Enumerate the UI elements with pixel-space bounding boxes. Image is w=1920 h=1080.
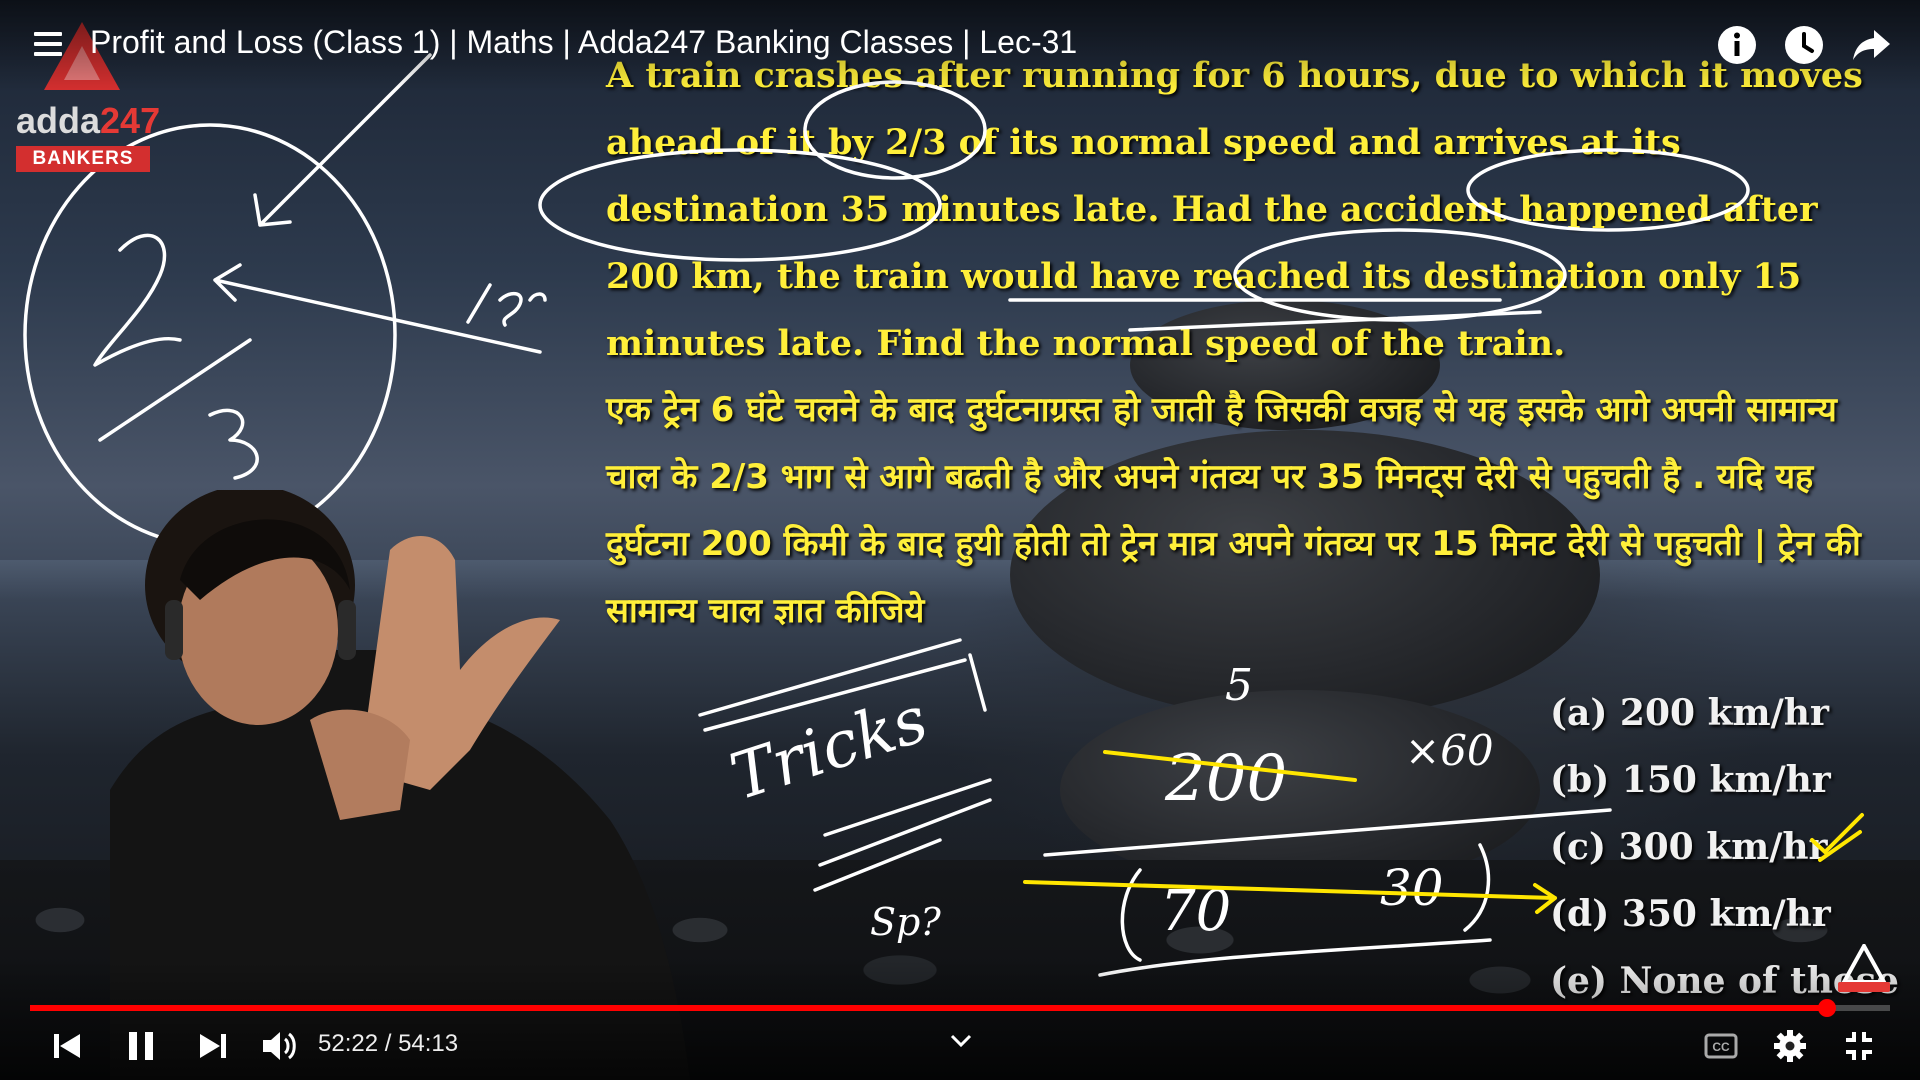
ink-15m — [466, 283, 547, 327]
ink-arrow-left — [213, 263, 542, 354]
gear-icon[interactable] — [1772, 1028, 1808, 1064]
option-b: (b) 150 km/hr — [1550, 759, 1831, 801]
next-icon[interactable] — [196, 1028, 230, 1064]
logo-wordmark: adda247 — [16, 100, 160, 142]
option-d: (d) 350 km/hr — [1550, 893, 1831, 935]
option-a: (a) 200 km/hr — [1550, 692, 1829, 734]
ink-fraction-bar — [98, 338, 252, 442]
clock-icon[interactable] — [1783, 24, 1825, 66]
cc-icon[interactable]: CC — [1704, 1028, 1738, 1064]
chevron-down-icon[interactable] — [948, 1030, 974, 1050]
pause-icon[interactable] — [124, 1028, 158, 1064]
share-icon[interactable] — [1850, 24, 1892, 66]
ink-circle — [23, 123, 397, 547]
volume-icon[interactable] — [260, 1028, 300, 1064]
option-c: (c) 300 km/hr — [1550, 826, 1828, 868]
subscribe-icon[interactable] — [1836, 944, 1892, 994]
logo-number: 247 — [100, 100, 161, 141]
svg-text:CC: CC — [1712, 1040, 1730, 1054]
previous-icon[interactable] — [50, 1028, 84, 1064]
progress-bar[interactable] — [30, 999, 1890, 1017]
progress-played — [30, 1005, 1827, 1011]
progress-scrubber[interactable] — [1817, 999, 1836, 1017]
ink-tricks-text: Tricks — [722, 683, 936, 816]
ink-fraction-3 — [208, 408, 259, 480]
exit-fullscreen-icon[interactable] — [1842, 1028, 1876, 1064]
logo-brand: adda — [16, 100, 101, 141]
video-title[interactable]: Profit and Loss (Class 1) | Maths | Adda… — [90, 24, 1077, 61]
question-hindi: एक ट्रेन 6 घंटे चलने के बाद दुर्घटनाग्रस… — [606, 390, 1861, 631]
info-icon[interactable] — [1716, 24, 1758, 66]
logo-badge: BANKERS — [16, 146, 150, 172]
video-frame[interactable]: A train crashes after running for 6 hour… — [0, 0, 1920, 1080]
ink-fraction-2 — [93, 233, 182, 367]
menu-icon[interactable] — [34, 32, 62, 56]
ink-tricks-lines — [698, 638, 987, 732]
time-display: 52:22 / 54:13 — [318, 1030, 459, 1057]
question-text: A train crashes after running for 6 hour… — [606, 42, 1866, 645]
question-english: A train crashes after running for 6 hour… — [606, 55, 1863, 364]
